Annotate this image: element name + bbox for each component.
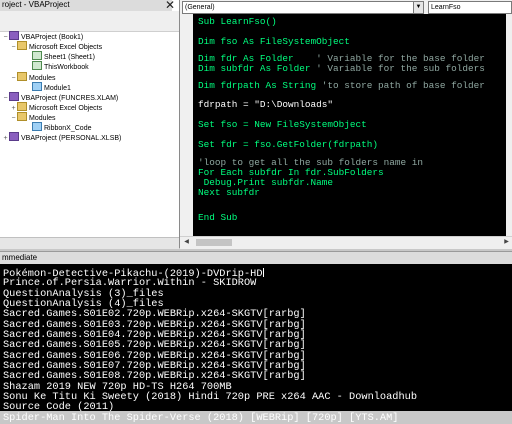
code-text: End Sub — [198, 212, 238, 223]
proj-icon — [9, 31, 19, 40]
scroll-right-icon[interactable]: ▶ — [502, 238, 511, 247]
code-line: Dim fdrpath As String 'to store path of … — [198, 81, 485, 91]
scroll-left-icon[interactable]: ◀ — [182, 238, 191, 247]
folder-icon — [17, 102, 27, 111]
output-line: Spider-Man Into The Spider-Verse (2018) … — [3, 413, 417, 423]
code-window: (General) ▼ LearnFso Sub LearnFso() Dim f… — [180, 0, 512, 249]
immediate-window[interactable]: Pokémon-Detective-Pikachu-(2019)-DVDrip-… — [0, 264, 512, 423]
project-toolbar — [0, 11, 179, 32]
code-text: Dim fso As FileSystemObject — [198, 36, 350, 47]
project-explorer-title: roject - VBAProject — [0, 0, 172, 11]
code-comment: ' Variable for the sub folders — [316, 63, 485, 74]
proj-icon — [9, 132, 19, 141]
tree-node-label: Microsoft Excel Objects — [29, 44, 103, 51]
tree-node-label: VBAProject (Book1) — [21, 34, 84, 41]
code-text: Next subfdr — [198, 187, 260, 198]
collapse-icon[interactable]: − — [10, 73, 17, 84]
code-text: fdrpath = "D:\Downloads" — [198, 99, 334, 110]
collapse-icon[interactable]: − — [2, 93, 9, 104]
code-window-header: (General) ▼ LearnFso — [180, 0, 512, 14]
code-line: fdrpath = "D:\Downloads" — [198, 100, 333, 110]
close-icon[interactable]: ✕ — [163, 0, 177, 11]
tree-node-label: RibbonX_Code — [44, 125, 92, 132]
tree-node-label: Sheet1 (Sheet1) — [44, 54, 95, 61]
immediate-window-title: mmediate — [0, 251, 512, 264]
object-dropdown-value: (General) — [185, 4, 215, 11]
code-line: Sub LearnFso() — [198, 17, 277, 27]
code-text: Set fdr = fso.GetFolder(fdrpath) — [198, 139, 379, 150]
code-text: Sub LearnFso() — [198, 16, 277, 27]
code-line: Set fso = New FileSystemObject — [198, 120, 367, 130]
folder-icon — [17, 112, 27, 121]
code-vertical-scrollbar[interactable] — [506, 14, 512, 236]
code-comment: 'to store path of base folder — [321, 80, 485, 91]
tree-node-label: Modules — [29, 75, 56, 82]
tree-node-label: Module1 — [44, 85, 71, 92]
collapse-icon[interactable]: − — [2, 32, 9, 43]
folder-icon — [17, 72, 27, 81]
output-line-text: Spider-Man Into The Spider-Verse (2018) … — [3, 411, 399, 424]
code-line: End Sub — [198, 213, 237, 223]
mod-icon — [32, 122, 42, 131]
code-text: Dim subfdr As Folder — [198, 63, 317, 74]
code-text: Dim fdrpath As String — [198, 80, 322, 91]
tree-node-label: VBAProject (PERSONAL.XLSB) — [21, 135, 122, 142]
sheet-icon — [32, 61, 42, 70]
text-cursor — [262, 268, 264, 277]
code-editor[interactable]: Sub LearnFso() Dim fso As FileSystemObjec… — [180, 14, 506, 236]
code-line: Set fdr = fso.GetFolder(fdrpath) — [198, 140, 378, 150]
procedure-dropdown[interactable]: LearnFso — [428, 1, 512, 14]
project-horizontal-scrollbar[interactable] — [0, 237, 179, 249]
mod-icon — [32, 82, 42, 91]
collapse-icon[interactable]: − — [10, 113, 17, 124]
tree-node-label: VBAProject (FUNCRES.XLAM) — [21, 95, 119, 102]
immediate-output: Pokémon-Detective-Pikachu-(2019)-DVDrip-… — [3, 268, 417, 423]
collapse-icon[interactable]: − — [10, 42, 17, 53]
proj-icon — [9, 92, 19, 101]
scrollbar-thumb[interactable] — [196, 239, 232, 246]
expand-icon[interactable]: + — [2, 133, 9, 144]
code-line: Next subfdr — [198, 188, 260, 198]
code-line: Dim fso As FileSystemObject — [198, 37, 350, 47]
procedure-dropdown-value: LearnFso — [431, 4, 461, 11]
code-margin — [180, 14, 193, 236]
chevron-down-icon[interactable]: ▼ — [413, 2, 423, 13]
project-explorer: roject - VBAProject ✕ − VBAProject (Book1… — [0, 0, 180, 249]
code-text: Set fso = New FileSystemObject — [198, 119, 367, 130]
tree-node[interactable]: + VBAProject (PERSONAL.XLSB) — [2, 132, 121, 143]
tree-node-label: Microsoft Excel Objects — [29, 105, 103, 112]
code-horizontal-scrollbar[interactable]: ◀ ▶ — [180, 236, 512, 249]
tree-node-label: ThisWorkbook — [44, 64, 89, 71]
tree-node-label: Modules — [29, 115, 56, 122]
tree-node[interactable]: ThisWorkbook — [25, 61, 89, 72]
code-line: Dim subfdr As Folder ' Variable for the … — [198, 64, 485, 74]
sheet-icon — [32, 51, 42, 60]
project-tree: − VBAProject (Book1) − Microsoft Excel Obje… — [0, 31, 179, 236]
object-dropdown[interactable]: (General) ▼ — [182, 1, 424, 14]
folder-icon — [17, 41, 27, 50]
